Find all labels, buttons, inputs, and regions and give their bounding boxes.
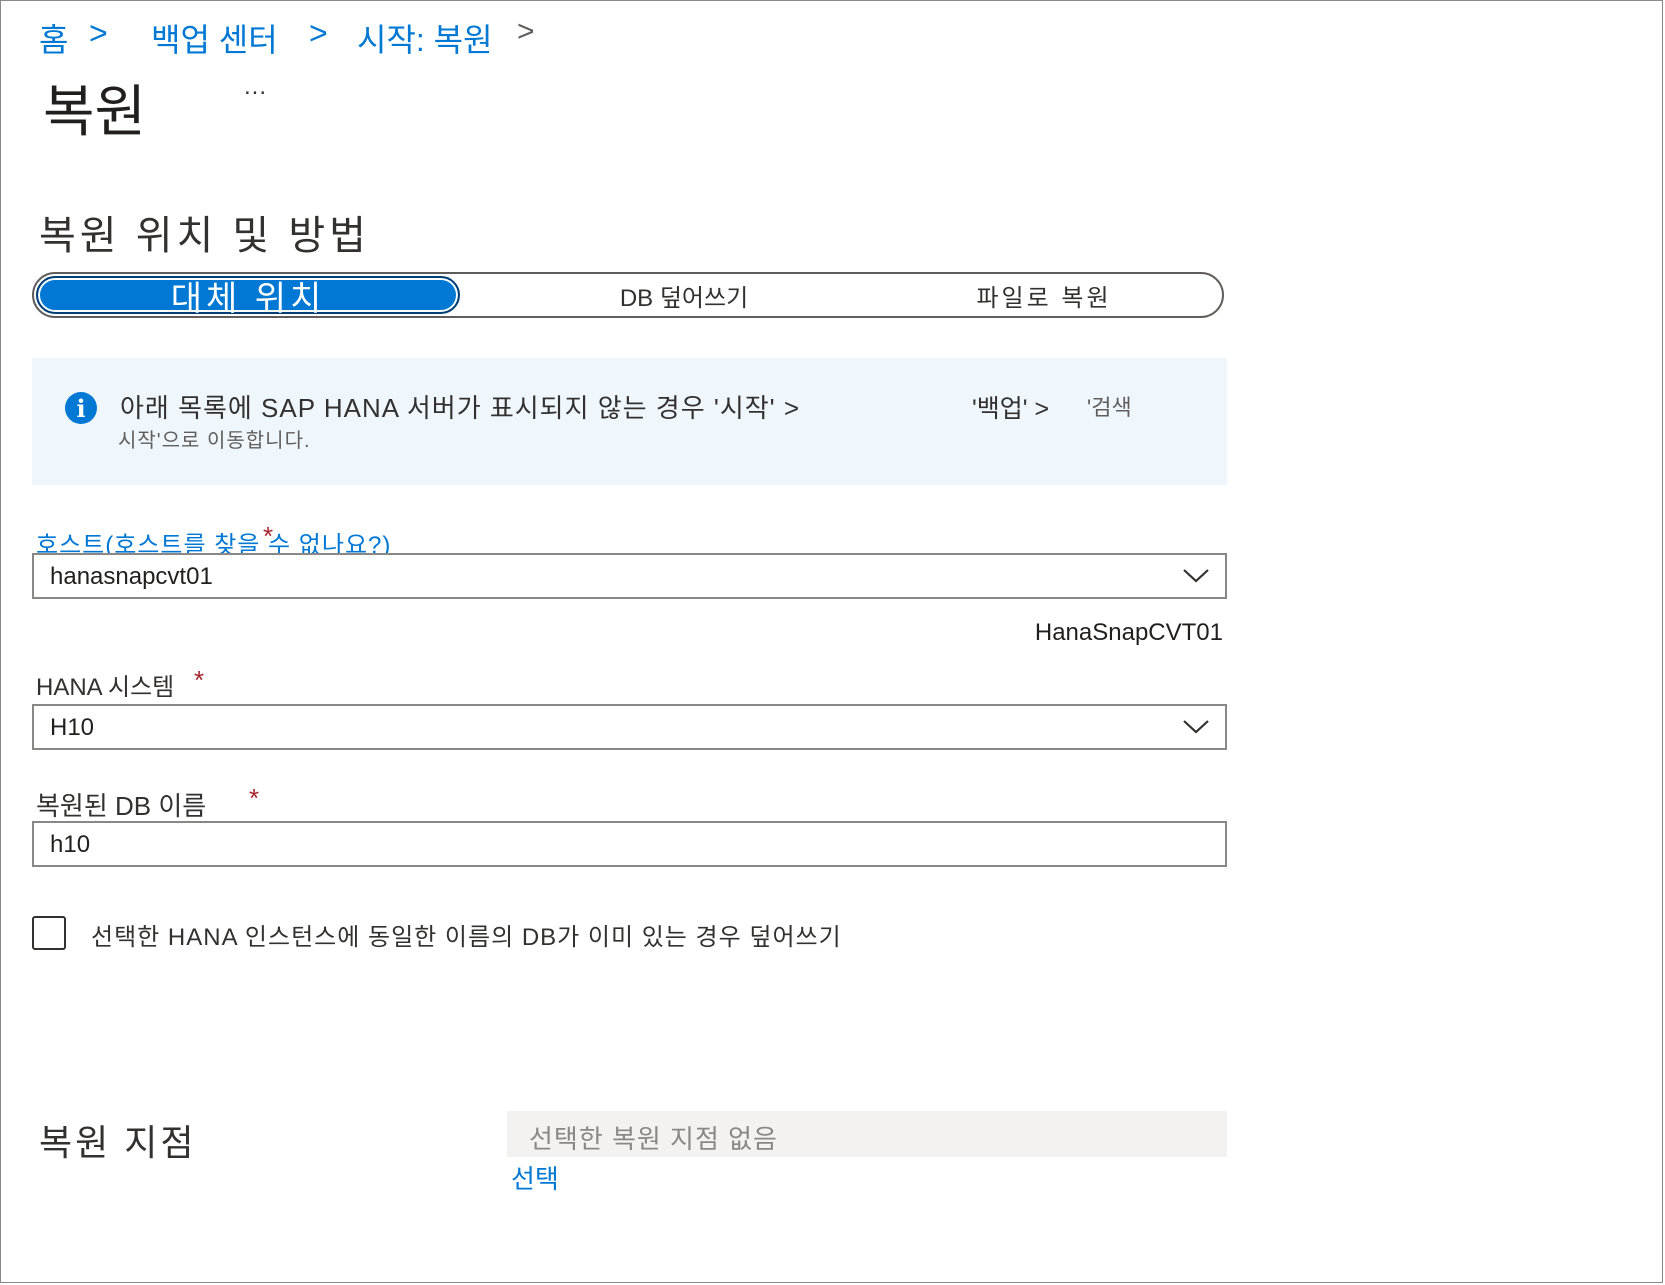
info-icon: i [65, 392, 97, 424]
select-restore-point-link[interactable]: 선택 [511, 1159, 559, 1196]
host-display-name: HanaSnapCVT01 [1034, 619, 1223, 646]
info-text: 아래 목록에 SAP HANA 서버가 표시되지 않는 경우 '시작' > [120, 393, 801, 423]
restore-method-selector: 대체 위치 DB 덮어쓰기 파일로 복원 [32, 272, 1224, 318]
db-name-value: h10 [50, 831, 91, 858]
chevron-down-icon [1183, 569, 1209, 583]
breadcrumb-separator: > [309, 15, 328, 51]
page-title: 복원 [43, 80, 147, 143]
breadcrumb-home[interactable]: 홈 [39, 15, 68, 61]
info-text: '백업' > [972, 395, 1050, 423]
hana-system-dropdown[interactable]: H10 [32, 704, 1227, 750]
breadcrumb-separator: > [517, 15, 535, 48]
required-asterisk: * [194, 665, 205, 695]
db-name-label: 복원된 DB 이름 [36, 791, 207, 821]
hana-system-label: HANA 시스템 [36, 674, 175, 701]
chevron-down-icon [1183, 720, 1209, 734]
restore-point-field: 선택한 복원 지점 없음 [507, 1111, 1227, 1157]
host-value: hanasnapcvt01 [50, 563, 213, 590]
required-asterisk: * [249, 783, 260, 813]
restore-point-placeholder: 선택한 복원 지점 없음 [529, 1124, 778, 1154]
host-dropdown[interactable]: hanasnapcvt01 [32, 553, 1227, 599]
required-asterisk: * [263, 521, 274, 551]
info-text: 시작'으로 이동합니다. [118, 430, 311, 452]
section-title: 복원 위치 및 방법 [39, 214, 370, 258]
overwrite-checkbox-label[interactable]: 선택한 HANA 인스턴스에 동일한 이름의 DB가 이미 있는 경우 덮어쓰기 [91, 917, 842, 952]
breadcrumb-backup-center[interactable]: 백업 센터 [151, 15, 278, 61]
overwrite-checkbox[interactable] [32, 916, 66, 950]
tab-alternate-location[interactable]: 대체 위치 [36, 276, 460, 318]
info-banner: i 아래 목록에 SAP HANA 서버가 표시되지 않는 경우 '시작' > … [32, 358, 1227, 485]
db-name-input[interactable]: h10 [32, 821, 1227, 867]
info-text: '검색 [1087, 395, 1132, 420]
tab-overwrite-db[interactable]: DB 덮어쓰기 [534, 274, 834, 316]
breadcrumb-separator: > [89, 15, 108, 51]
more-options-button[interactable]: ... [244, 73, 267, 101]
window-frame: 홈 > 백업 센터 > 시작: 복원 > 복원 ... 복원 위치 및 방법 대… [0, 0, 1663, 1283]
hana-system-value: H10 [50, 714, 95, 741]
breadcrumb-start-restore[interactable]: 시작: 복원 [357, 15, 493, 61]
tab-restore-as-files[interactable]: 파일로 복원 [894, 274, 1194, 316]
restore-point-title: 복원 지점 [39, 1122, 197, 1163]
